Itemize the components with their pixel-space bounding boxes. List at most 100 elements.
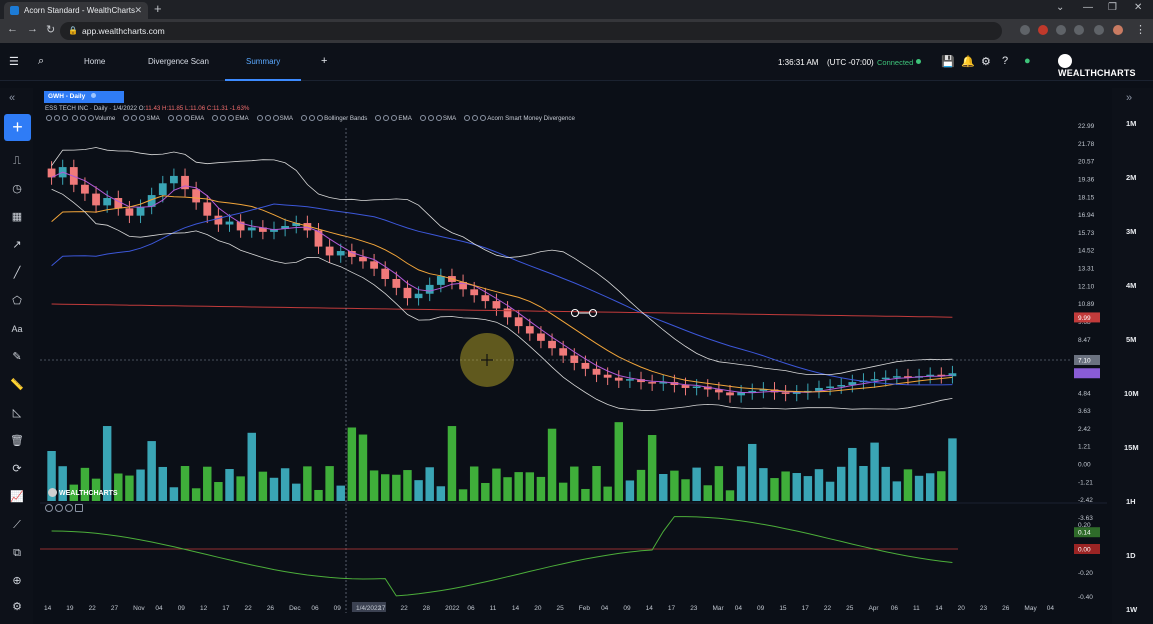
tab-divergence-scan[interactable]: Divergence Scan	[148, 57, 209, 66]
refresh-icon[interactable]: ⟳	[8, 460, 26, 478]
candle-body	[592, 368, 601, 375]
interval-4m[interactable]: 4M	[1126, 281, 1136, 290]
anchor-point	[589, 309, 597, 317]
clock-icon[interactable]: ◷	[8, 180, 26, 198]
legend-controls[interactable]	[45, 115, 71, 122]
browser-tab[interactable]: Acorn Standard - WealthCharts ✕	[4, 2, 148, 19]
acorn-icon[interactable]: ●	[1024, 55, 1031, 67]
indicator-8[interactable]: Acorn Smart Money Divergence	[463, 115, 575, 122]
interval-1d[interactable]: 1D	[1126, 551, 1136, 560]
price-tick-label: -1.21	[1078, 479, 1093, 486]
interval-5m[interactable]: 5M	[1126, 335, 1136, 344]
volume-bar	[258, 471, 268, 501]
brand-logo-icon	[1058, 54, 1072, 68]
puzzle-icon[interactable]	[1056, 25, 1066, 35]
shapes-icon[interactable]: ⬠	[8, 292, 26, 310]
indicator-4[interactable]: SMA	[256, 115, 293, 122]
extension-icon[interactable]	[1038, 25, 1048, 35]
volume-bar	[147, 441, 156, 501]
menu-icon[interactable]: ⋮	[1135, 23, 1146, 36]
ruler-icon[interactable]: 📏	[8, 376, 26, 394]
trash-icon[interactable]: 🗑	[8, 432, 26, 450]
eye-icon[interactable]	[45, 504, 53, 512]
sidebar-icon[interactable]	[1094, 25, 1104, 35]
interval-3m[interactable]: 3M	[1126, 227, 1136, 236]
indicator-0[interactable]: Volume	[71, 115, 115, 122]
back-icon[interactable]: ←	[7, 23, 18, 35]
interval-1h[interactable]: 1H	[1126, 497, 1136, 506]
maximize-button[interactable]: ❐	[1108, 2, 1117, 13]
hamburger-icon[interactable]: ☰	[9, 55, 19, 68]
indicator-6[interactable]: EMA	[374, 115, 412, 122]
add-tool-button[interactable]: +	[4, 114, 31, 141]
profile-avatar[interactable]	[1113, 25, 1123, 35]
minimize-button[interactable]: —	[1083, 2, 1093, 13]
volume-bar	[536, 476, 546, 501]
new-tab-button[interactable]: +	[154, 1, 162, 16]
settings-icon[interactable]: ⚙	[8, 598, 26, 616]
date-tick-label: Feb	[579, 605, 591, 612]
chart-type-icon[interactable]: ⎍	[8, 152, 26, 170]
tab-search-icon[interactable]: ⌄	[1056, 2, 1064, 13]
layers-icon[interactable]: ⧉	[8, 544, 26, 562]
indicator-2[interactable]: EMA	[167, 115, 204, 122]
forward-icon[interactable]: →	[27, 23, 38, 35]
interval-1m[interactable]: 1M	[1126, 119, 1136, 128]
date-tick-label: 25	[846, 605, 854, 612]
volume-bar	[492, 468, 501, 501]
volume-bar	[158, 466, 168, 501]
measure-icon[interactable]: ◺	[8, 404, 26, 422]
volume-bar	[436, 486, 446, 501]
add-icon[interactable]	[75, 504, 83, 512]
indicator-7[interactable]: SMA	[419, 115, 456, 122]
close-window-button[interactable]: ✕	[1134, 2, 1142, 13]
pattern-icon[interactable]: ⟋	[8, 516, 26, 534]
extension-icon[interactable]	[1020, 25, 1030, 35]
timezone[interactable]: (UTC -07:00)	[827, 58, 874, 67]
price-tick-label: 19.36	[1078, 176, 1095, 183]
volume-bar	[447, 426, 457, 501]
indicator-1[interactable]: SMA	[122, 115, 160, 122]
chart-area[interactable]: 22.99 21.78 20.57 19.36 18.15 16.94 15.73 14.52…	[40, 88, 1107, 624]
interval-1w[interactable]: 1W	[1126, 605, 1137, 614]
address-bar[interactable]: 🔒 app.wealthcharts.com	[60, 22, 1002, 40]
volume-bar	[280, 468, 290, 501]
price-chart[interactable]: 22.99 21.78 20.57 19.36 18.15 16.94 15.73 14.52…	[40, 88, 1107, 624]
volume-bar	[425, 467, 434, 501]
collapse-right-icon[interactable]: »	[1126, 92, 1132, 104]
indicator-icon[interactable]: 📈	[8, 488, 26, 506]
interval-15m[interactable]: 15M	[1124, 443, 1139, 452]
bell-icon[interactable]: 🔔	[961, 55, 975, 68]
indicator-5[interactable]: Bollinger Bands	[300, 115, 367, 122]
tab-home[interactable]: Home	[84, 57, 105, 66]
gear-icon[interactable]: ⚙	[981, 55, 991, 68]
indicator-3[interactable]: EMA	[211, 115, 249, 122]
date-tick-label: 15	[779, 605, 787, 612]
symbol-tag[interactable]: GWH - Daily	[44, 91, 124, 103]
calendar-icon[interactable]: ▦	[8, 208, 26, 226]
collapse-left-icon[interactable]: «	[9, 92, 15, 104]
add-tab-button[interactable]: +	[321, 55, 327, 67]
gear-icon[interactable]	[55, 504, 63, 512]
text-tool-icon[interactable]: Aa	[8, 320, 26, 338]
volume-bar	[759, 468, 768, 501]
pencil-icon[interactable]: ✎	[8, 348, 26, 366]
volume-bar	[647, 435, 657, 501]
line-tool-icon[interactable]: ╱	[8, 264, 26, 282]
close-icon[interactable]	[65, 504, 73, 512]
crosshair-icon[interactable]: ⊕	[8, 572, 26, 590]
trend-icon[interactable]: ↗	[8, 236, 26, 254]
interval-2m[interactable]: 2M	[1126, 173, 1136, 182]
media-icon[interactable]	[1074, 25, 1084, 35]
tab-close-icon[interactable]: ✕	[134, 2, 142, 19]
reload-icon[interactable]: ↻	[46, 23, 55, 36]
help-icon[interactable]: ?	[1002, 55, 1008, 67]
tab-summary[interactable]: Summary	[246, 57, 280, 66]
save-icon[interactable]: 💾	[941, 55, 955, 68]
indicator-label: Bollinger Bands	[324, 115, 368, 122]
date-tick-label: 19	[66, 605, 74, 612]
search-icon[interactable]: ⌕	[38, 55, 44, 68]
volume-bar	[848, 447, 857, 501]
interval-10m[interactable]: 10M	[1124, 389, 1139, 398]
watermark-text: WEALTHCHARTS	[59, 490, 118, 497]
